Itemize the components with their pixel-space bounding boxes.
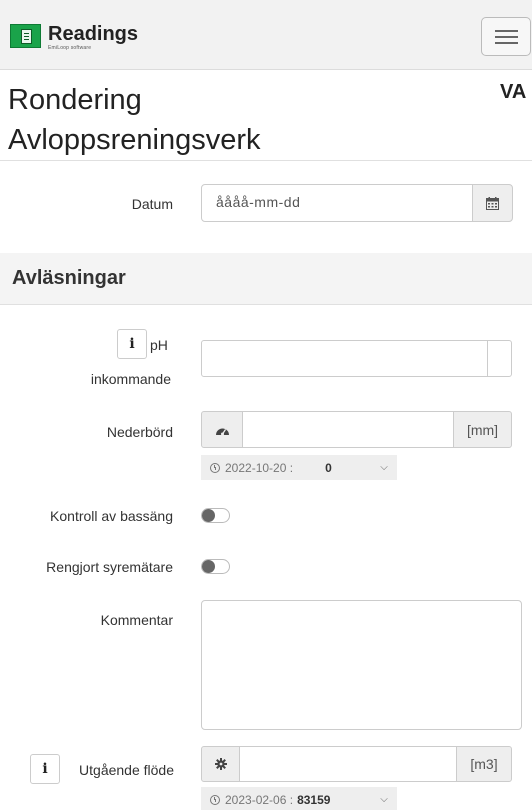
utgaende-input[interactable] — [239, 746, 457, 782]
toggle-knob — [202, 509, 215, 522]
page-title: Rondering Avloppsreningsverk — [8, 84, 261, 156]
clock-icon — [210, 462, 220, 473]
page-title-right: VA — [500, 81, 527, 103]
gauge-icon — [215, 428, 229, 435]
brand-name: Readings — [48, 23, 139, 45]
utgaende-info-button[interactable]: i — [30, 754, 60, 784]
nederbord-addon — [201, 411, 243, 448]
datum-input[interactable]: åååå-mm-dd — [201, 184, 513, 222]
navbar: Readings EmiLoop software — [0, 0, 532, 70]
kontroll-toggle[interactable] — [201, 508, 230, 523]
section-title: Avläsningar — [12, 267, 126, 289]
hamburger-menu-button[interactable] — [481, 17, 531, 56]
ph-info-button[interactable]: i — [117, 329, 147, 359]
divider — [0, 160, 532, 161]
readings-logo-icon — [10, 24, 41, 48]
hamburger-menu-icon — [495, 30, 518, 32]
nederbord-unit: [mm] — [453, 411, 512, 448]
utgaende-last-date: 2023-02-06 : — [225, 792, 294, 807]
utgaende-last-reading: 2023-02-06 : 83159 — [201, 787, 371, 810]
rengjort-label: Rengjort syremätare — [46, 559, 173, 575]
kommentar-label: Kommentar — [100, 612, 173, 628]
datum-placeholder: åååå-mm-dd — [216, 194, 301, 210]
brand[interactable]: Readings EmiLoop software — [10, 24, 138, 54]
calendar-icon — [486, 196, 499, 210]
nederbord-last-reading: 2022-10-20 : 0 — [201, 455, 371, 480]
ph-input[interactable] — [201, 340, 512, 377]
section-header: Avläsningar — [0, 253, 532, 305]
utgaende-addon — [201, 746, 240, 782]
utgaende-last-value: 83159 — [297, 792, 331, 807]
rengjort-toggle[interactable] — [201, 559, 230, 574]
calendar-button[interactable] — [472, 184, 513, 222]
nederbord-last-value: 0 — [325, 460, 332, 475]
datum-label: Datum — [131, 196, 173, 212]
utgaende-unit: [m3] — [456, 746, 512, 782]
nederbord-input[interactable] — [242, 411, 454, 448]
clock-icon — [210, 794, 220, 805]
nederbord-label: Nederbörd — [106, 424, 173, 440]
chevron-down-icon[interactable]: ⌵ — [371, 787, 397, 810]
utgaende-label: Utgående flöde — [79, 762, 174, 778]
nederbord-last-date: 2022-10-20 : — [225, 460, 294, 475]
gear-icon — [214, 758, 227, 770]
ph-label: pH — [150, 337, 168, 353]
chevron-down-icon[interactable]: ⌵ — [371, 455, 397, 480]
kontroll-label: Kontroll av bassäng — [50, 508, 173, 524]
ph-label-sub: inkommande — [90, 371, 171, 387]
kommentar-textarea[interactable] — [201, 600, 522, 730]
toggle-knob — [202, 560, 215, 573]
brand-sub: EmiLoop software — [48, 45, 92, 51]
